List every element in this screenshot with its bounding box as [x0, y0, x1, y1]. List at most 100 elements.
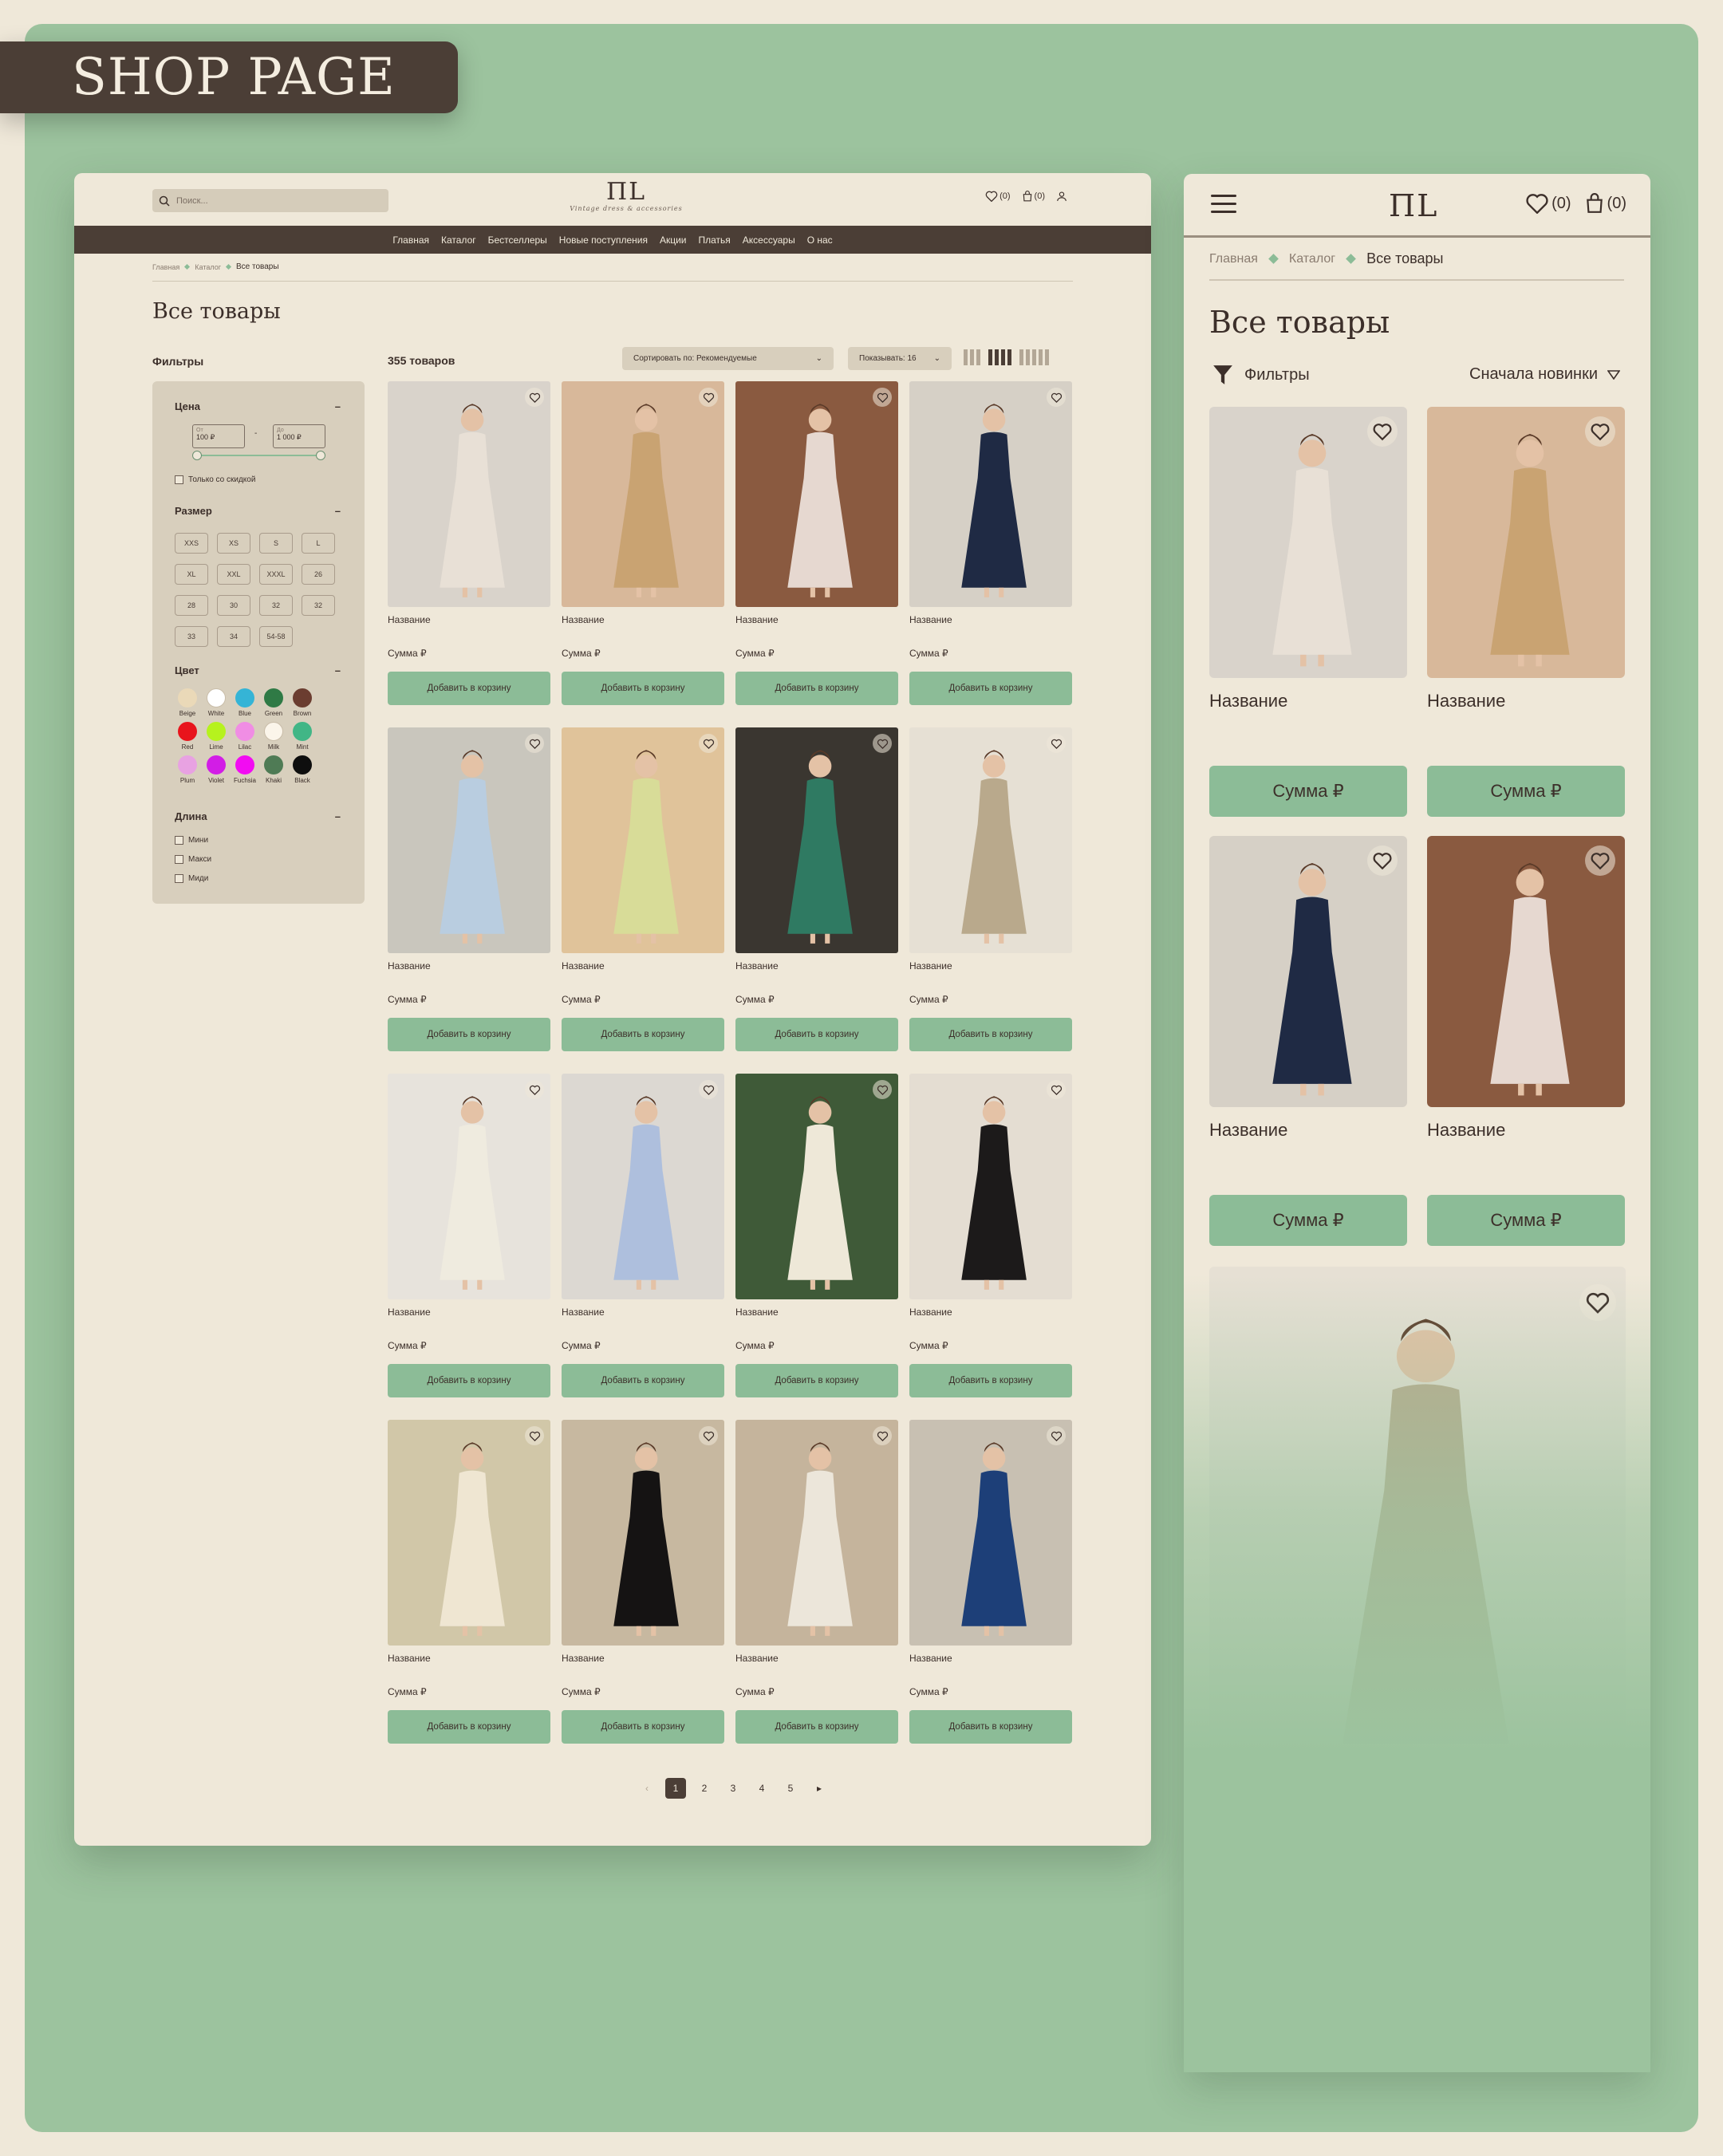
product-card[interactable]: Название Сумма ₽ Добавить в корзину [388, 381, 550, 716]
favorite-button[interactable] [1585, 416, 1615, 447]
product-name[interactable]: Название [562, 960, 605, 972]
grid-3-icon[interactable] [964, 349, 980, 365]
color-swatch[interactable]: Lime [202, 722, 231, 751]
product-image[interactable] [1427, 407, 1625, 678]
length-filter-header[interactable]: Длина – [175, 810, 341, 822]
color-dot[interactable] [207, 755, 226, 775]
size-chip[interactable]: 32 [259, 595, 293, 616]
size-chip[interactable]: 26 [302, 564, 335, 585]
size-chip[interactable]: XXXL [259, 564, 293, 585]
page-link[interactable]: 4 [751, 1778, 772, 1799]
page-link[interactable]: 5 [780, 1778, 801, 1799]
size-chip[interactable]: 54-58 [259, 626, 293, 647]
color-dot[interactable] [178, 688, 197, 707]
page-link[interactable]: 2 [694, 1778, 715, 1799]
product-image[interactable] [909, 381, 1072, 607]
breadcrumb-item[interactable]: Каталог [195, 263, 221, 271]
nav-item[interactable]: Аксессуары [743, 235, 795, 246]
favorite-button[interactable] [1585, 845, 1615, 876]
slider-handle-min[interactable] [192, 451, 202, 460]
product-card[interactable]: Название Сумма ₽ [1209, 407, 1407, 822]
product-name[interactable]: Название [1209, 691, 1287, 711]
color-dot[interactable] [264, 722, 283, 741]
add-to-cart-button[interactable]: Добавить в корзину [735, 1018, 898, 1051]
product-name[interactable]: Название [909, 1653, 952, 1664]
checkbox-box[interactable] [175, 855, 183, 864]
cart-button[interactable]: (0) [1022, 191, 1045, 202]
add-to-cart-button[interactable]: Добавить в корзину [909, 672, 1072, 705]
color-swatch[interactable]: Fuchsia [231, 755, 259, 784]
color-swatch[interactable]: Mint [288, 722, 317, 751]
product-image[interactable] [388, 727, 550, 953]
product-name[interactable]: Название [735, 1653, 779, 1664]
price-button[interactable]: Сумма ₽ [1209, 766, 1407, 817]
product-image[interactable] [562, 1074, 724, 1299]
product-name[interactable]: Название [735, 614, 779, 625]
next-page-icon[interactable]: ▸ [809, 1778, 830, 1799]
price-button[interactable]: Сумма ₽ [1209, 1195, 1407, 1246]
product-card[interactable]: Название Сумма ₽ Добавить в корзину [388, 1420, 550, 1755]
product-image[interactable] [909, 1420, 1072, 1646]
product-name[interactable]: Название [909, 1307, 952, 1318]
product-card[interactable]: Название Сумма ₽ Добавить в корзину [909, 727, 1072, 1062]
breadcrumb-item[interactable]: Главная [1209, 252, 1258, 266]
product-card[interactable]: Название Сумма ₽ Добавить в корзину [909, 1420, 1072, 1755]
product-image[interactable] [388, 1074, 550, 1299]
sort-dropdown[interactable]: Сортировать по: Рекомендуемые ⌄ [622, 347, 834, 370]
length-option[interactable]: Макси [175, 855, 211, 864]
sort-dropdown[interactable]: Сначала новинки [1469, 365, 1620, 384]
add-to-cart-button[interactable]: Добавить в корзину [735, 672, 898, 705]
color-swatch[interactable]: Red [173, 722, 202, 751]
favorite-button[interactable] [525, 1080, 544, 1099]
add-to-cart-button[interactable]: Добавить в корзину [562, 1710, 724, 1744]
length-option[interactable]: Миди [175, 874, 208, 883]
add-to-cart-button[interactable]: Добавить в корзину [388, 672, 550, 705]
size-chip[interactable]: XXS [175, 533, 208, 554]
filters-button[interactable]: Фильтры [1212, 364, 1310, 386]
checkbox-box[interactable] [175, 475, 183, 484]
product-image[interactable] [735, 1074, 898, 1299]
product-card[interactable]: Название Сумма ₽ Добавить в корзину [388, 727, 550, 1062]
nav-item[interactable]: О нас [807, 235, 833, 246]
product-name[interactable]: Название [562, 1653, 605, 1664]
add-to-cart-button[interactable]: Добавить в корзину [909, 1364, 1072, 1397]
slider-handle-max[interactable] [316, 451, 325, 460]
size-chip[interactable]: 28 [175, 595, 208, 616]
price-slider[interactable] [192, 451, 325, 460]
product-image[interactable] [1209, 407, 1407, 678]
nav-item[interactable]: Акции [660, 235, 687, 246]
logo[interactable]: ΠL [1389, 188, 1438, 223]
product-name[interactable]: Название [388, 1653, 431, 1664]
size-filter-header[interactable]: Размер – [175, 505, 341, 517]
product-name[interactable]: Название [562, 1307, 605, 1318]
size-chip[interactable]: L [302, 533, 335, 554]
product-card[interactable]: Название Сумма ₽ Добавить в корзину [388, 1074, 550, 1409]
color-swatch[interactable]: Milk [259, 722, 288, 751]
size-chip[interactable]: XL [175, 564, 208, 585]
price-button[interactable]: Сумма ₽ [1427, 1195, 1625, 1246]
add-to-cart-button[interactable]: Добавить в корзину [562, 672, 724, 705]
menu-icon[interactable] [1211, 195, 1236, 219]
add-to-cart-button[interactable]: Добавить в корзину [909, 1018, 1072, 1051]
favorite-button[interactable] [1047, 1426, 1066, 1445]
size-chip[interactable]: 32 [302, 595, 335, 616]
nav-item[interactable]: Платья [699, 235, 731, 246]
favorite-button[interactable] [699, 388, 718, 407]
product-name[interactable]: Название [1209, 1120, 1287, 1141]
grid-5-icon[interactable] [1019, 349, 1049, 365]
discount-checkbox[interactable]: Только со скидкой [175, 475, 255, 484]
product-image[interactable] [388, 381, 550, 607]
page-link[interactable]: 3 [723, 1778, 743, 1799]
product-name[interactable]: Название [1427, 1120, 1505, 1141]
add-to-cart-button[interactable]: Добавить в корзину [735, 1710, 898, 1744]
product-card[interactable]: Название Сумма ₽ Добавить в корзину [562, 381, 724, 716]
size-chip[interactable]: XXL [217, 564, 250, 585]
product-card[interactable]: Название Сумма ₽ Добавить в корзину [562, 1420, 724, 1755]
product-name[interactable]: Название [388, 614, 431, 625]
color-dot[interactable] [178, 722, 197, 741]
logo[interactable]: ΠL Vintage dress & accessories [546, 179, 706, 213]
add-to-cart-button[interactable]: Добавить в корзину [388, 1364, 550, 1397]
nav-item[interactable]: Бестселлеры [488, 235, 547, 246]
add-to-cart-button[interactable]: Добавить в корзину [735, 1364, 898, 1397]
add-to-cart-button[interactable]: Добавить в корзину [388, 1018, 550, 1051]
